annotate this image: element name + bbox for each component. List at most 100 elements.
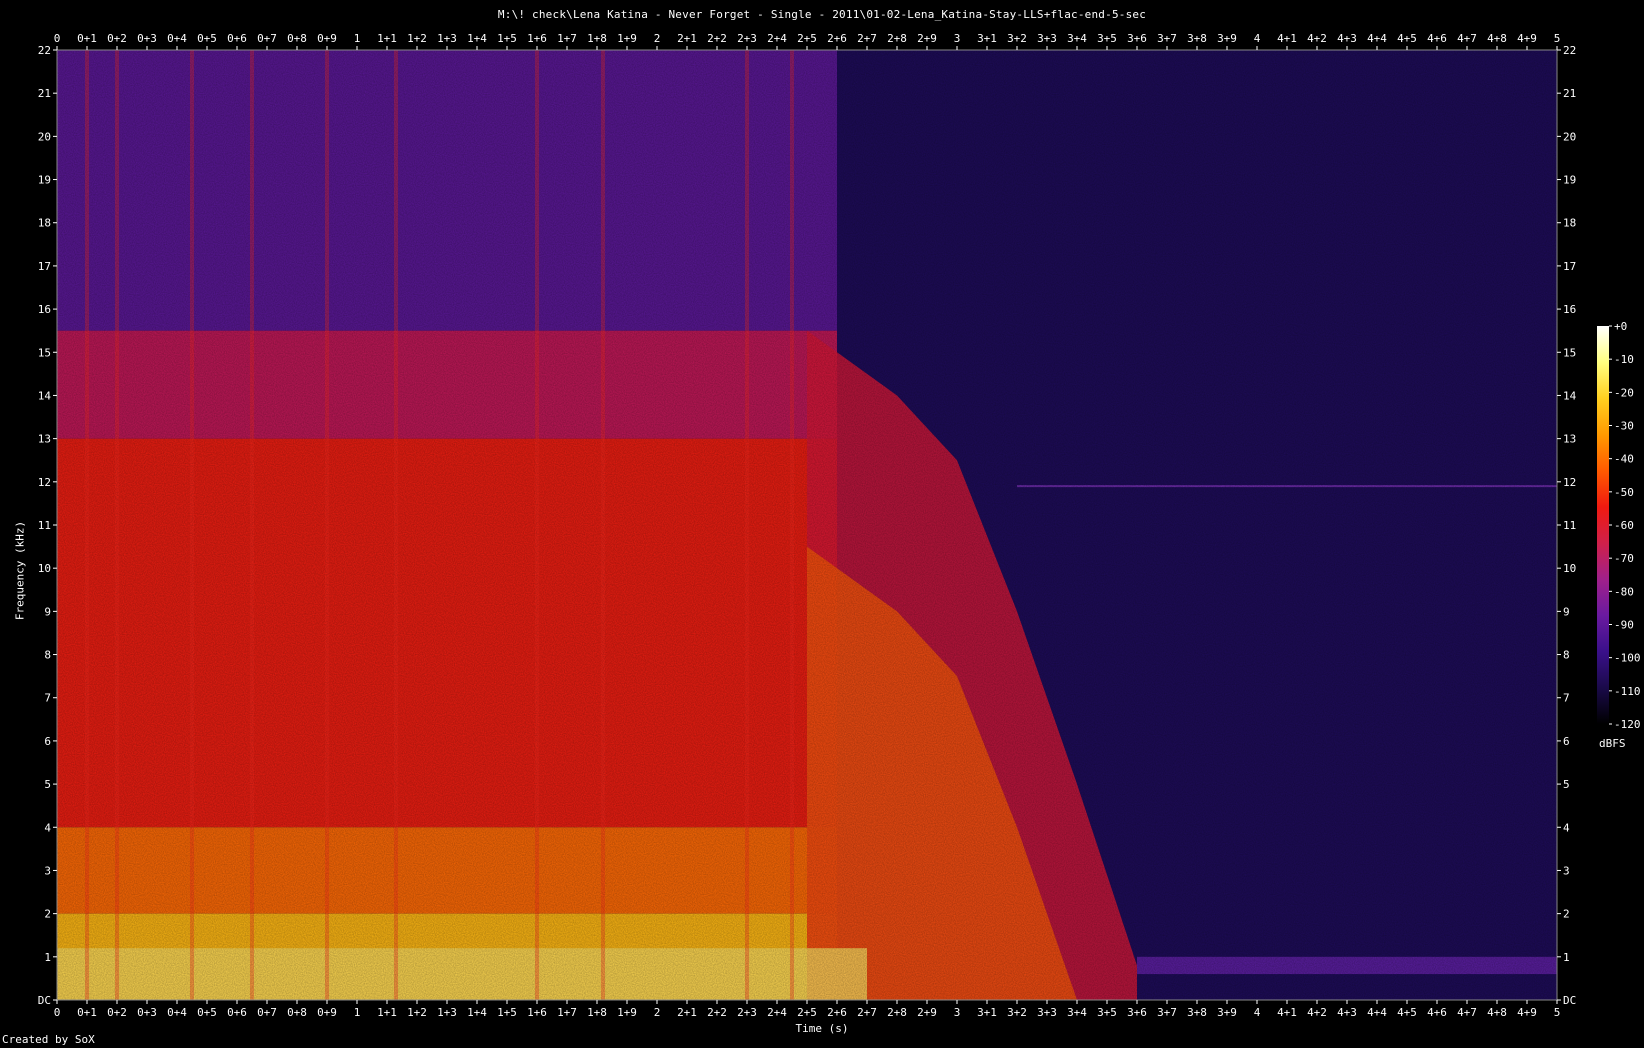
colorbar-tick-label: -70: [1614, 552, 1634, 565]
y-tick-label-left: 12: [38, 476, 51, 489]
y-tick-label-left: DC: [38, 994, 51, 1007]
colorbar-tick-label: -110: [1614, 685, 1641, 698]
y-tick-label-left: 9: [44, 605, 51, 618]
x-tick-label-top: 0+3: [137, 32, 157, 45]
y-tick-label-right: DC: [1563, 994, 1576, 1007]
x-tick-label-top: 3+9: [1217, 32, 1237, 45]
x-tick-label-bottom: 2+5: [797, 1006, 817, 1019]
x-tick-label-bottom: 1: [354, 1006, 361, 1019]
x-tick-label-bottom: 3+3: [1037, 1006, 1057, 1019]
x-tick-label-top: 4+8: [1487, 32, 1507, 45]
y-tick-label-right: 18: [1563, 217, 1576, 230]
x-tick-label-bottom: 2+9: [917, 1006, 937, 1019]
x-tick-label-top: 0+4: [167, 32, 187, 45]
x-tick-label-bottom: 2+2: [707, 1006, 727, 1019]
colorbar-tick-label: -100: [1614, 652, 1641, 665]
x-tick-label-bottom: 3+5: [1097, 1006, 1117, 1019]
x-tick-label-top: 2+4: [767, 32, 787, 45]
y-tick-label-left: 18: [38, 217, 51, 230]
x-tick-label-bottom: 0+9: [317, 1006, 337, 1019]
x-tick-label-top: 4+1: [1277, 32, 1297, 45]
y-tick-label-right: 21: [1563, 87, 1576, 100]
x-tick-label-bottom: 4+6: [1427, 1006, 1447, 1019]
x-tick-label-bottom: 3+2: [1007, 1006, 1027, 1019]
x-tick-label-bottom: 3+6: [1127, 1006, 1147, 1019]
x-tick-label-bottom: 2+8: [887, 1006, 907, 1019]
x-tick-label-bottom: 1+6: [527, 1006, 547, 1019]
x-tick-label-top: 0+1: [77, 32, 97, 45]
colorbar-unit: dBFS: [1599, 737, 1626, 750]
x-tick-label-bottom: 3+9: [1217, 1006, 1237, 1019]
x-tick-label-top: 2+6: [827, 32, 847, 45]
x-tick-label-bottom: 2+3: [737, 1006, 757, 1019]
x-tick-label-top: 1+8: [587, 32, 607, 45]
x-axis-label: Time (s): [795, 1022, 849, 1035]
y-tick-label-right: 2: [1563, 908, 1570, 921]
x-tick-label-top: 2+3: [737, 32, 757, 45]
y-tick-label-right: 6: [1563, 735, 1570, 748]
x-tick-label-top: 3+2: [1007, 32, 1027, 45]
x-tick-label-top: 3+8: [1187, 32, 1207, 45]
x-tick-label-top: 2+5: [797, 32, 817, 45]
x-tick-label-top: 0+2: [107, 32, 127, 45]
x-tick-label-top: 3: [954, 32, 961, 45]
colorbar-tick-label: -30: [1614, 420, 1634, 433]
x-tick-label-top: 2+8: [887, 32, 907, 45]
y-tick-label-right: 22: [1563, 44, 1576, 57]
x-tick-label-bottom: 2+4: [767, 1006, 787, 1019]
y-tick-label-left: 20: [38, 130, 51, 143]
x-tick-label-top: 1+7: [557, 32, 577, 45]
x-tick-label-bottom: 2+7: [857, 1006, 877, 1019]
x-tick-label-bottom: 0+7: [257, 1006, 277, 1019]
x-tick-label-bottom: 3+7: [1157, 1006, 1177, 1019]
x-tick-label-top: 0+8: [287, 32, 307, 45]
y-tick-label-right: 5: [1563, 778, 1570, 791]
x-tick-label-top: 1+9: [617, 32, 637, 45]
credit-text: Created by SoX: [2, 1033, 95, 1046]
y-tick-label-left: 22: [38, 44, 51, 57]
x-tick-label-bottom: 4+4: [1367, 1006, 1387, 1019]
x-tick-label-bottom: 3+8: [1187, 1006, 1207, 1019]
y-tick-label-left: 10: [38, 562, 51, 575]
colorbar-tick-label: -120: [1614, 718, 1641, 731]
x-tick-label-top: 4+6: [1427, 32, 1447, 45]
x-tick-label-bottom: 1+1: [377, 1006, 397, 1019]
x-tick-label-top: 2: [654, 32, 661, 45]
x-tick-label-top: 3+6: [1127, 32, 1147, 45]
colorbar-tick-label: -60: [1614, 519, 1634, 532]
x-tick-label-bottom: 4+2: [1307, 1006, 1327, 1019]
x-tick-label-bottom: 0+1: [77, 1006, 97, 1019]
y-tick-label-right: 11: [1563, 519, 1576, 532]
y-tick-label-left: 3: [44, 864, 51, 877]
colorbar-tick-label: +0: [1614, 320, 1627, 333]
x-tick-label-top: 1+4: [467, 32, 487, 45]
colorbar-tick-label: -40: [1614, 453, 1634, 466]
x-tick-label-top: 0+6: [227, 32, 247, 45]
x-tick-label-bottom: 1+5: [497, 1006, 517, 1019]
x-tick-label-bottom: 0+3: [137, 1006, 157, 1019]
y-tick-label-right: 13: [1563, 433, 1576, 446]
y-tick-label-right: 15: [1563, 346, 1576, 359]
y-tick-label-right: 4: [1563, 821, 1570, 834]
x-tick-label-top: 0+7: [257, 32, 277, 45]
x-tick-label-top: 4+5: [1397, 32, 1417, 45]
x-tick-label-top: 0+9: [317, 32, 337, 45]
x-tick-label-top: 1+5: [497, 32, 517, 45]
x-tick-label-bottom: 0+8: [287, 1006, 307, 1019]
x-tick-label-bottom: 4+8: [1487, 1006, 1507, 1019]
plot-area: [56, 49, 1558, 1001]
x-tick-label-top: 4+9: [1517, 32, 1537, 45]
x-tick-label-bottom: 0+4: [167, 1006, 187, 1019]
y-tick-label-right: 8: [1563, 649, 1570, 662]
y-tick-label-left: 15: [38, 346, 51, 359]
y-tick-label-right: 7: [1563, 692, 1570, 705]
x-tick-label-bottom: 4: [1254, 1006, 1261, 1019]
x-tick-label-top: 3+3: [1037, 32, 1057, 45]
x-tick-label-top: 0: [54, 32, 61, 45]
x-tick-label-bottom: 4+5: [1397, 1006, 1417, 1019]
spectrogram-chart: 0 0 0+1 0+1 0+2 0+2 0+3 0+3 0+4 0+4 0+5 0+5 0+6 0+6 0+…: [38, 32, 1641, 1019]
y-tick-label-right: 17: [1563, 260, 1576, 273]
colorbar-gradient: [1597, 326, 1609, 724]
x-tick-label-top: 4+4: [1367, 32, 1387, 45]
colorbar-tick-label: -90: [1614, 619, 1634, 632]
